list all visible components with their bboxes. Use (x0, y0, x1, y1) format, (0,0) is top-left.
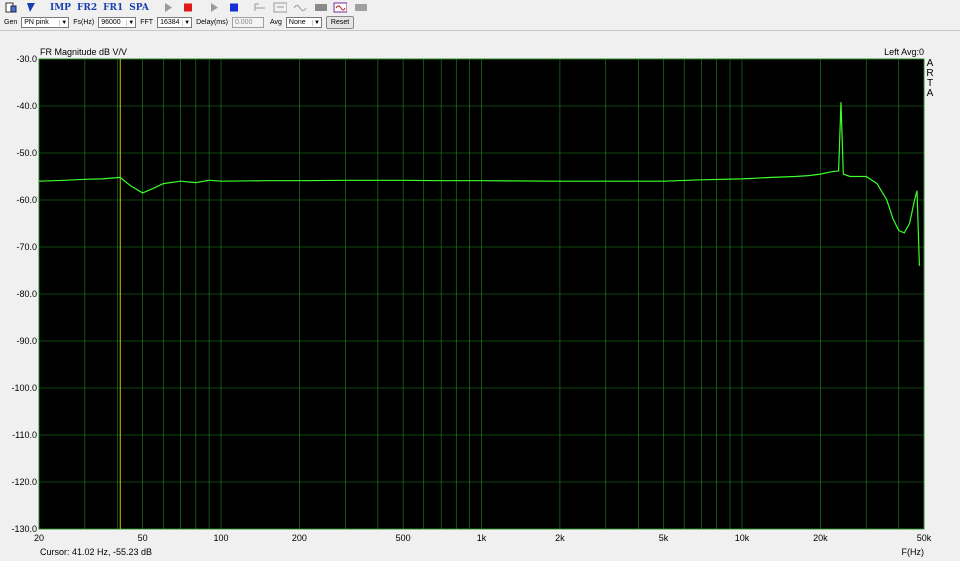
x-axis-label: F(Hz) (902, 547, 925, 557)
gen-label: Gen (4, 19, 18, 26)
fr1-button[interactable]: FR1 (101, 1, 125, 14)
main-toolbar: IMP FR2 FR1 SPA (0, 0, 960, 15)
stop-alt-icon[interactable] (225, 1, 243, 14)
y-tick-label: -110.0 (12, 430, 37, 440)
x-tick-label: 200 (292, 533, 307, 543)
x-tick-label: 10k (735, 533, 750, 543)
gen-select-value: PN pink (24, 19, 49, 26)
status-text: Left Avg:0 (884, 47, 924, 57)
fs-select-value: 96000 (101, 19, 121, 26)
spa-button[interactable]: SPA (127, 1, 151, 14)
imp-button[interactable]: IMP (48, 1, 73, 14)
settings-bar: Gen PN pink ▼ Fs(Hz) 96000 ▼ FFT 16384 ▼… (0, 15, 960, 31)
waveform-icon[interactable] (291, 1, 309, 14)
fft-select-value: 16384 (160, 19, 180, 26)
fft-label: FFT (140, 19, 154, 26)
x-axis-ticks: 20 50 100 200 500 1k 2k 5k 10k 20k 50k (34, 533, 932, 543)
x-tick-label: 2k (555, 533, 565, 543)
avg-select[interactable]: None ▼ (285, 17, 322, 28)
y-tick-label: -120.0 (11, 477, 37, 487)
chevron-down-icon: ▼ (311, 19, 320, 26)
setup-icon[interactable] (351, 1, 369, 14)
fs-label: Fs(Hz) (73, 19, 95, 26)
play-icon[interactable] (159, 1, 177, 14)
x-tick-label: 20k (813, 533, 828, 543)
y-tick-label: -40.0 (16, 101, 37, 111)
y-tick-label: -100.0 (11, 383, 37, 393)
chart-title: FR Magnitude dB V/V (40, 47, 127, 57)
avg-select-value: None (288, 19, 306, 26)
reset-button[interactable]: Reset (325, 16, 355, 29)
y-tick-label: -80.0 (16, 289, 37, 299)
x-tick-label: 500 (396, 533, 411, 543)
device-icon[interactable] (311, 1, 329, 14)
x-tick-label: 50k (917, 533, 932, 543)
play-alt-icon[interactable] (205, 1, 223, 14)
y-tick-label: -90.0 (16, 336, 37, 346)
fs-select[interactable]: 96000 ▼ (98, 17, 137, 28)
x-tick-label: 20 (34, 533, 44, 543)
gen-select[interactable]: PN pink ▼ (21, 17, 70, 28)
fr2-button[interactable]: FR2 (75, 1, 99, 14)
brand-letter: A (927, 88, 934, 99)
y-tick-label: -70.0 (16, 242, 37, 252)
y-axis-ticks: -30.0 -40.0 -50.0 -60.0 -70.0 -80.0 -90.0 -100.… (11, 54, 37, 534)
open-icon[interactable] (22, 1, 40, 14)
x-tick-label: 5k (659, 533, 669, 543)
y-tick-label: -50.0 (16, 148, 37, 158)
delay-field[interactable]: 0.000 (231, 17, 264, 28)
new-icon[interactable] (2, 1, 20, 14)
record-icon[interactable] (251, 1, 269, 14)
cursor-readout: Cursor: 41.02 Hz, -55.23 dB (40, 547, 152, 557)
x-tick-label: 50 (138, 533, 148, 543)
y-tick-label: -60.0 (16, 195, 37, 205)
chevron-down-icon: ▼ (59, 19, 68, 26)
avg-label: Avg (269, 19, 282, 26)
chevron-down-icon: ▼ (182, 19, 191, 26)
fft-select[interactable]: 16384 ▼ (157, 17, 193, 28)
x-tick-label: 1k (477, 533, 487, 543)
y-tick-label: -30.0 (16, 54, 37, 64)
generator-icon[interactable] (331, 1, 349, 14)
fr-magnitude-chart[interactable]: FR Magnitude dB V/V Left Avg:0 A R T A -… (0, 31, 960, 561)
stop-icon[interactable] (179, 1, 197, 14)
delay-label: Delay(ms) (196, 19, 228, 26)
chevron-down-icon: ▼ (126, 19, 135, 26)
arta-brand: A R T A (926, 58, 933, 99)
x-tick-label: 100 (214, 533, 229, 543)
calibrate-icon[interactable] (271, 1, 289, 14)
